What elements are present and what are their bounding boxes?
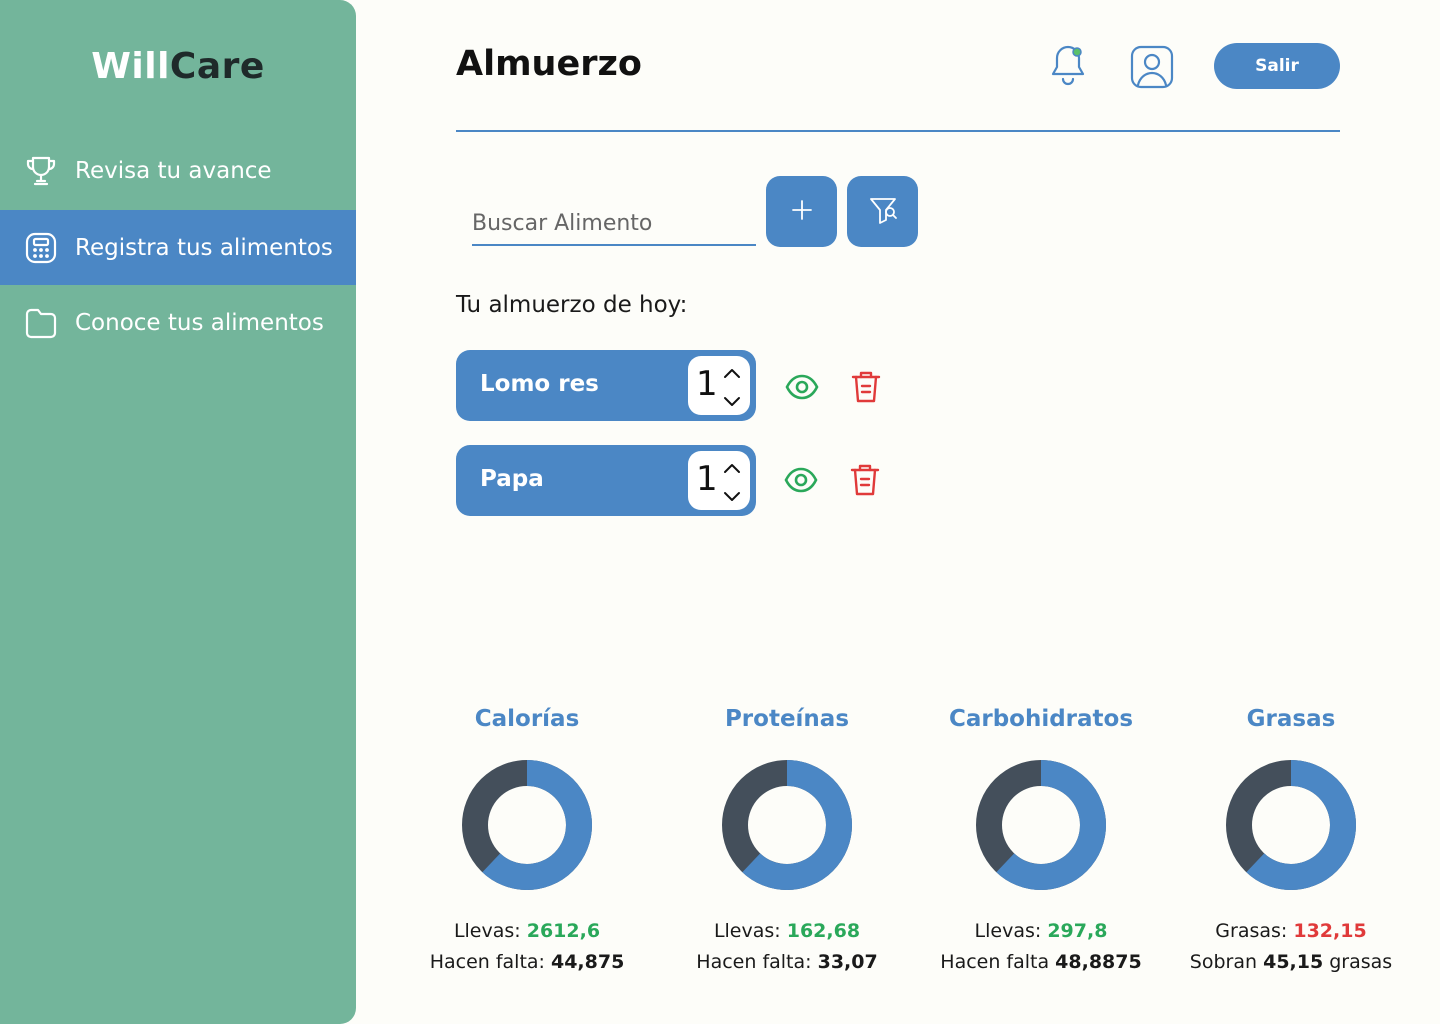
stat-title: Proteínas: [724, 706, 850, 732]
stat-line-remaining: Sobran 45,15 grasas: [1161, 947, 1421, 978]
plus-icon: [790, 198, 814, 225]
food-item: Lomo res 1: [456, 350, 756, 421]
trash-icon[interactable]: [849, 369, 883, 405]
folder-icon: [24, 306, 58, 340]
stat-value: 132,15: [1293, 920, 1367, 942]
chevron-down-icon[interactable]: [721, 489, 743, 505]
sidebar-item-label: Revisa tu avance: [75, 157, 272, 184]
stat-value: 45,15: [1263, 951, 1324, 973]
donut-chart: [462, 760, 592, 890]
stat-title: Grasas: [1246, 706, 1336, 732]
stat-calories: Calorías Llevas: 2612,6 Hacen falta: 44,…: [397, 706, 657, 978]
trophy-icon: [24, 154, 58, 188]
stat-value: 297,8: [1047, 920, 1108, 942]
sidebar-item-label: Registra tus alimentos: [75, 234, 333, 261]
stat-line-remaining: Hacen falta 48,8875: [911, 947, 1171, 978]
stat-label: Hacen falta:: [429, 951, 551, 973]
chevron-down-icon[interactable]: [721, 394, 743, 410]
page-title: Almuerzo: [456, 44, 642, 84]
donut-chart: [1226, 760, 1356, 890]
chevron-up-icon[interactable]: [721, 460, 743, 476]
stat-label: Grasas:: [1215, 920, 1294, 942]
stat-line-current: Llevas: 297,8: [911, 916, 1171, 947]
stat-line-current: Grasas: 132,15: [1161, 916, 1421, 947]
stat-label: Llevas:: [974, 920, 1048, 942]
search-input[interactable]: [472, 202, 756, 246]
stat-value: 162,68: [786, 920, 861, 942]
eye-icon[interactable]: [784, 369, 820, 405]
trash-icon[interactable]: [848, 462, 882, 498]
stat-line-current: Llevas: 162,68: [657, 916, 917, 947]
stat-value: 2612,6: [526, 920, 601, 942]
stat-value: 33,07: [817, 951, 878, 973]
stat-label: Hacen falta: [940, 951, 1056, 973]
filter-button[interactable]: [847, 176, 918, 247]
logo: WillCare: [0, 46, 356, 87]
logout-button[interactable]: Salir: [1214, 43, 1340, 89]
section-title: Tu almuerzo de hoy:: [456, 292, 688, 318]
sidebar-item-register-food[interactable]: Registra tus alimentos: [0, 210, 356, 285]
stat-fats: Grasas Grasas: 132,15 Sobran 45,15 grasa…: [1161, 706, 1421, 978]
sidebar-item-label: Conoce tus alimentos: [75, 309, 324, 336]
header-divider: [456, 130, 1340, 132]
stat-title: Carbohidratos: [948, 706, 1134, 732]
add-food-button[interactable]: [766, 176, 837, 247]
sidebar-item-know-food[interactable]: Conoce tus alimentos: [0, 285, 356, 360]
stat-line-remaining: Hacen falta: 33,07: [657, 947, 917, 978]
quantity-stepper[interactable]: 1: [688, 356, 750, 415]
quantity-value: 1: [696, 459, 718, 499]
stat-title: Calorías: [474, 706, 580, 732]
logo-part-care: Care: [169, 46, 265, 87]
calculator-icon: [24, 231, 58, 265]
stat-carbs: Carbohidratos Llevas: 297,8 Hacen falta …: [911, 706, 1171, 978]
eye-icon[interactable]: [783, 462, 819, 498]
stat-label: Sobran: [1189, 951, 1264, 973]
food-name: Lomo res: [480, 371, 599, 397]
sidebar-item-progress[interactable]: Revisa tu avance: [0, 133, 356, 208]
bell-icon[interactable]: [1046, 43, 1090, 89]
food-item-pill[interactable]: Papa 1: [456, 445, 756, 516]
stat-line-current: Llevas: 2612,6: [397, 916, 657, 947]
food-name: Papa: [480, 466, 544, 492]
quantity-value: 1: [696, 364, 718, 404]
quantity-stepper[interactable]: 1: [688, 451, 750, 510]
stat-suffix: grasas: [1323, 951, 1393, 973]
stat-proteins: Proteínas Llevas: 162,68 Hacen falta: 33…: [657, 706, 917, 978]
sidebar: WillCare Revisa tu avance Registra tus a…: [0, 0, 356, 1024]
donut-chart: [722, 760, 852, 890]
logo-part-will: Will: [91, 46, 170, 87]
food-item: Papa 1: [456, 445, 756, 516]
stat-label: Llevas:: [453, 920, 527, 942]
user-icon[interactable]: [1129, 44, 1175, 90]
food-item-pill[interactable]: Lomo res 1: [456, 350, 756, 421]
donut-chart: [976, 760, 1106, 890]
chevron-up-icon[interactable]: [721, 365, 743, 381]
stat-value: 44,875: [550, 951, 625, 973]
stat-label: Llevas:: [713, 920, 787, 942]
stat-value: 48,8875: [1055, 951, 1142, 973]
filter-search-icon: [866, 193, 900, 230]
stat-label: Hacen falta:: [696, 951, 818, 973]
stat-line-remaining: Hacen falta: 44,875: [397, 947, 657, 978]
